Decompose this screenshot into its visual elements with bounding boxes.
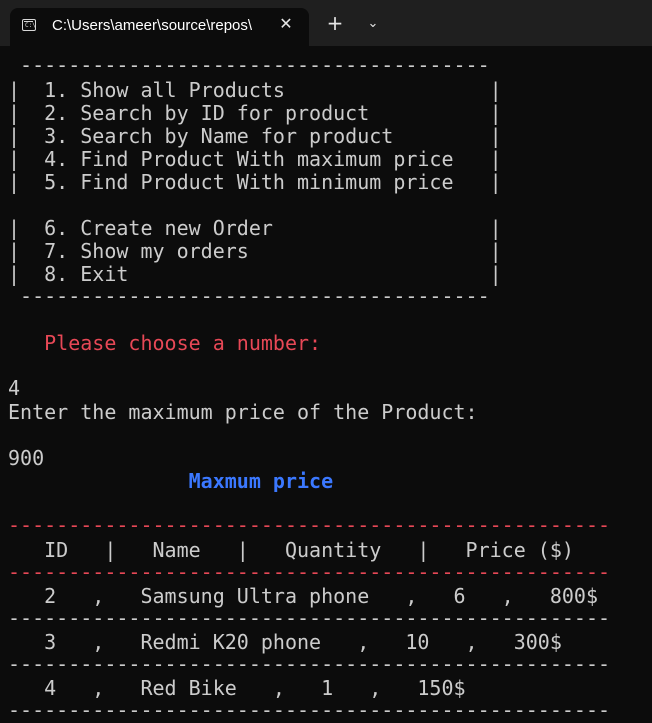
menu-item-3: | 3. Search by Name for product | — [8, 124, 502, 148]
table-separator-top: ----------------------------------------… — [8, 513, 611, 537]
new-tab-button[interactable]: + — [323, 12, 347, 36]
result-title: Maxmum price — [8, 469, 334, 493]
menu-item-1: | 1. Show all Products | — [8, 78, 502, 102]
tab-title: C:\Users\ameer\source\repos\ — [52, 17, 253, 34]
menu-item-4: | 4. Find Product With maximum price | — [8, 147, 502, 171]
menu-item-5: | 5. Find Product With minimum price | — [8, 170, 502, 194]
close-tab-button[interactable]: ✕ — [275, 13, 297, 35]
price-prompt: Enter the maximum price of the Product: — [8, 400, 478, 424]
input-price: 900 — [8, 446, 45, 470]
table-row: 3 , Redmi K20 phone , 10 , 300$ — [8, 630, 562, 654]
choose-number-prompt: Please choose a number: — [8, 331, 322, 355]
tab-bar: C:\ C:\Users\ameer\source\repos\ ✕ + ⌄ — [0, 0, 652, 46]
terminal-icon: C:\ — [22, 19, 36, 31]
table-row: 2 , Samsung Ultra phone , 6 , 800$ — [8, 584, 599, 608]
menu-border-bottom: --------------------------------------- — [8, 284, 490, 308]
input-choice: 4 — [8, 376, 21, 400]
menu-item-8: | 8. Exit | — [8, 262, 502, 286]
table-separator-header: ----------------------------------------… — [8, 560, 611, 584]
table-header: ID | Name | Quantity | Price ($) — [8, 538, 574, 562]
terminal-tab[interactable]: C:\ C:\Users\ameer\source\repos\ ✕ — [10, 8, 309, 46]
table-separator: ----------------------------------------… — [8, 606, 611, 630]
table-separator: ----------------------------------------… — [8, 652, 611, 676]
menu-item-6: | 6. Create new Order | — [8, 216, 502, 240]
menu-item-2: | 2. Search by ID for product | — [8, 101, 502, 125]
tab-dropdown-button[interactable]: ⌄ — [362, 12, 384, 36]
menu-border-top: --------------------------------------- — [8, 53, 490, 77]
table-separator: ----------------------------------------… — [8, 698, 611, 722]
table-row: 4 , Red Bike , 1 , 150$ — [8, 676, 466, 700]
menu-item-7: | 7. Show my orders | — [8, 239, 502, 263]
